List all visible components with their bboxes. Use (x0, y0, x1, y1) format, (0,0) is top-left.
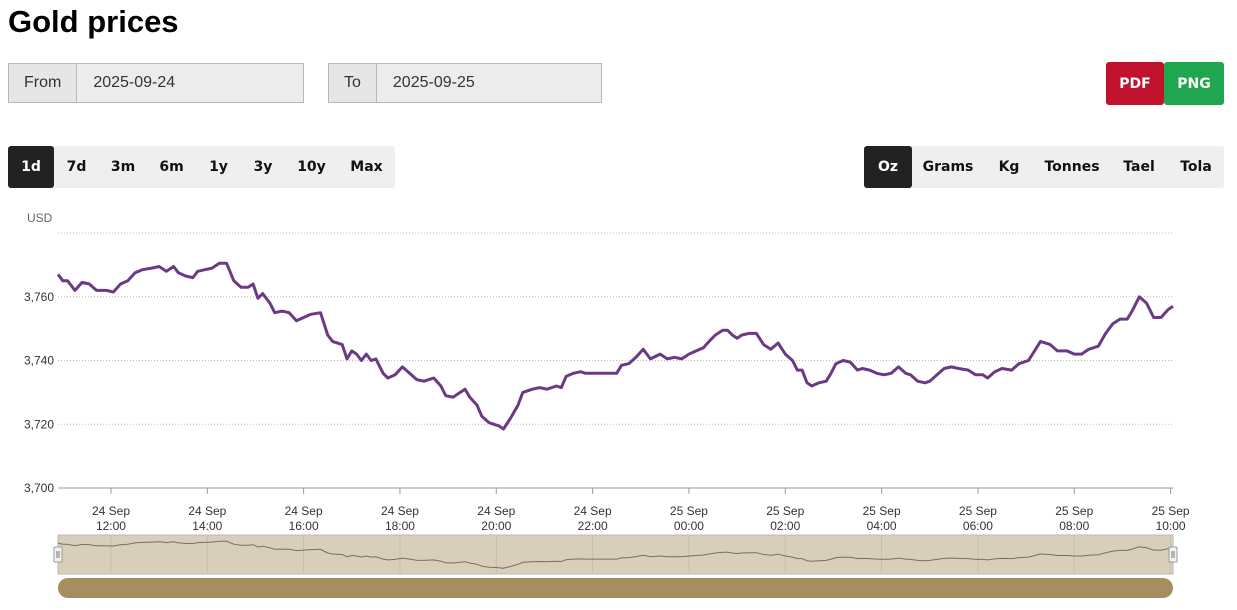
y-axis: 3,700 3,720 3,740 3,760 (24, 290, 54, 495)
navigator-series-line (57, 540, 1174, 569)
page-title: Gold prices (8, 4, 179, 39)
range-10y-button[interactable]: 10y (285, 146, 338, 188)
navigator[interactable] (53, 534, 1178, 598)
x-tick-label-time: 12:00 (96, 519, 126, 533)
x-tick-label-date: 24 Sep (477, 504, 515, 518)
x-tick-label-time: 20:00 (481, 519, 511, 533)
y-axis-label: USD (27, 211, 53, 225)
range-1y-button[interactable]: 1y (196, 146, 241, 188)
x-tick-label-date: 24 Sep (188, 504, 226, 518)
unit-tael-button[interactable]: Tael (1110, 146, 1168, 188)
from-date-input[interactable]: 2025-09-24 (77, 64, 303, 102)
from-label: From (9, 64, 78, 102)
unit-tola-button[interactable]: Tola (1168, 146, 1224, 188)
unit-oz-button[interactable]: Oz (864, 146, 912, 188)
to-label: To (329, 64, 377, 102)
x-axis: 24 Sep12:0024 Sep14:0024 Sep16:0024 Sep1… (92, 488, 1190, 533)
x-tick-label-time: 00:00 (674, 519, 704, 533)
unit-kg-button[interactable]: Kg (984, 146, 1034, 188)
x-tick-label-time: 18:00 (385, 519, 415, 533)
x-tick-label-time: 14:00 (192, 519, 222, 533)
range-7d-button[interactable]: 7d (54, 146, 99, 188)
to-date-input[interactable]: 2025-09-25 (376, 64, 601, 102)
x-tick-label-time: 10:00 (1156, 519, 1186, 533)
x-tick-label-date: 25 Sep (670, 504, 708, 518)
export-png-button[interactable]: PNG (1164, 62, 1224, 105)
x-tick-label-date: 25 Sep (1055, 504, 1093, 518)
navigator-left-handle[interactable] (53, 546, 63, 563)
range-3m-button[interactable]: 3m (99, 146, 147, 188)
x-tick-label-date: 25 Sep (1152, 504, 1190, 518)
navigator-scrollbar[interactable] (58, 578, 1173, 598)
x-tick-label-date: 24 Sep (574, 504, 612, 518)
x-tick-label-date: 24 Sep (381, 504, 419, 518)
x-tick-label-date: 24 Sep (92, 504, 130, 518)
x-tick-label-date: 25 Sep (959, 504, 997, 518)
navigator-right-handle[interactable] (1168, 546, 1178, 563)
y-tick-label: 3,700 (24, 481, 54, 495)
x-tick-label-time: 02:00 (770, 519, 800, 533)
x-tick-label-time: 08:00 (1059, 519, 1089, 533)
unit-grams-button[interactable]: Grams (912, 146, 984, 188)
grid-lines (58, 232, 1173, 489)
x-tick-label-date: 25 Sep (766, 504, 804, 518)
unit-tonnes-button[interactable]: Tonnes (1034, 146, 1110, 188)
range-6m-button[interactable]: 6m (147, 146, 196, 188)
x-tick-label-time: 22:00 (578, 519, 608, 533)
x-tick-label-date: 24 Sep (285, 504, 323, 518)
navigator-window[interactable] (57, 534, 1174, 575)
to-date-field[interactable]: To 2025-09-25 (328, 63, 602, 103)
from-date-field[interactable]: From 2025-09-24 (8, 63, 304, 103)
time-range-selector: 1d 7d 3m 6m 1y 3y 10y Max (8, 146, 395, 188)
x-tick-label-time: 16:00 (289, 519, 319, 533)
y-tick-label: 3,720 (24, 417, 54, 431)
y-tick-label: 3,740 (24, 354, 54, 368)
x-tick-label-time: 04:00 (867, 519, 897, 533)
x-tick-label-date: 25 Sep (863, 504, 901, 518)
range-3y-button[interactable]: 3y (241, 146, 285, 188)
x-tick-label-time: 06:00 (963, 519, 993, 533)
range-max-button[interactable]: Max (338, 146, 395, 188)
export-pdf-button[interactable]: PDF (1106, 62, 1164, 105)
price-series-line (56, 261, 1174, 431)
y-tick-label: 3,760 (24, 290, 54, 304)
range-1d-button[interactable]: 1d (8, 146, 54, 188)
unit-selector: Oz Grams Kg Tonnes Tael Tola (864, 146, 1224, 188)
